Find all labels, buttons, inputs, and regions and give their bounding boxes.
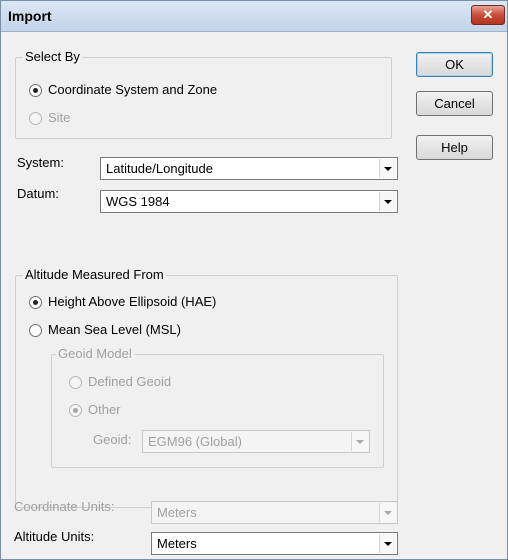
datum-value: WGS 1984	[106, 194, 170, 209]
datum-select[interactable]: WGS 1984	[100, 190, 398, 213]
radio-label: Coordinate System and Zone	[48, 82, 218, 97]
altitude-group-label: Altitude Measured From	[23, 267, 166, 282]
dialog-body: Select By Coordinate System and Zone Sit…	[1, 32, 507, 559]
geoid-label: Geoid:	[93, 432, 132, 447]
chevron-down-icon	[379, 503, 396, 522]
chevron-down-icon	[379, 159, 396, 178]
import-dialog: Import ✕ Select By Coordinate System and…	[0, 0, 508, 560]
system-label: System:	[17, 155, 64, 170]
chevron-down-icon	[351, 432, 368, 451]
system-value: Latitude/Longitude	[106, 161, 213, 176]
window-title: Import	[8, 8, 52, 24]
altitude-units-label: Altitude Units:	[14, 529, 95, 544]
radio-button	[29, 324, 42, 337]
altitude-units-select[interactable]: Meters	[151, 532, 398, 555]
coordinate-units-select[interactable]: Meters	[151, 501, 398, 524]
title-bar: Import ✕	[1, 1, 507, 32]
chevron-down-icon	[379, 192, 396, 211]
geoid-select[interactable]: EGM96 (Global)	[142, 430, 370, 453]
coordinate-units-value: Meters	[157, 505, 197, 520]
system-select[interactable]: Latitude/Longitude	[100, 157, 398, 180]
geoid-value: EGM96 (Global)	[148, 434, 242, 449]
ok-button[interactable]: OK	[416, 52, 493, 77]
radio-button	[69, 404, 82, 417]
radio-button	[69, 376, 82, 389]
select-by-label: Select By	[23, 49, 82, 64]
radio-label: Defined Geoid	[88, 374, 172, 389]
help-button[interactable]: Help	[416, 135, 493, 160]
select-by-group	[15, 57, 392, 139]
close-button[interactable]: ✕	[471, 5, 505, 25]
radio-label: Other	[88, 402, 121, 417]
radio-button	[29, 296, 42, 309]
altitude-units-value: Meters	[157, 536, 197, 551]
geoid-model-label: Geoid Model	[56, 346, 134, 361]
coordinate-units-label: Coordinate Units:	[14, 499, 115, 514]
close-icon: ✕	[482, 7, 494, 22]
datum-label: Datum:	[17, 186, 59, 201]
cancel-button[interactable]: Cancel	[416, 91, 493, 116]
radio-button	[29, 112, 42, 125]
chevron-down-icon	[379, 534, 396, 553]
radio-label: Height Above Ellipsoid (HAE)	[48, 294, 217, 309]
radio-label: Mean Sea Level (MSL)	[48, 322, 181, 337]
radio-label: Site	[48, 110, 71, 125]
radio-button	[29, 84, 42, 97]
